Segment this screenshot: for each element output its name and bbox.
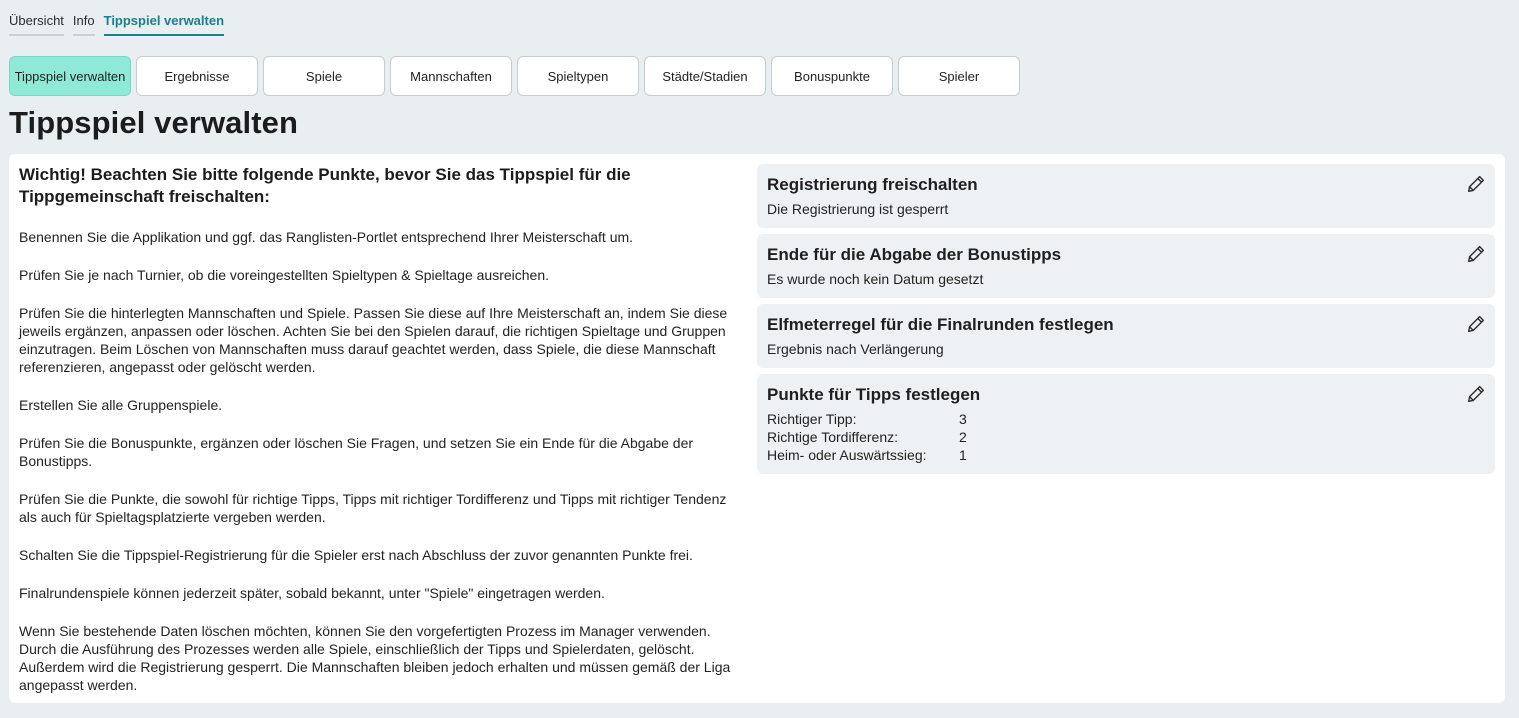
points-label: Heim- oder Auswärtssieg: (767, 447, 927, 463)
points-label: Richtige Tordifferenz: (767, 429, 898, 445)
instruction-paragraph: Prüfen Sie je nach Turnier, ob die vorei… (19, 267, 550, 283)
penalty-rule-title: Elfmeterregel für die Finalrunden festle… (767, 315, 1114, 334)
subnav-ergebnisse-button[interactable]: Ergebnisse (136, 56, 258, 96)
page-title: Tippspiel verwalten (9, 105, 299, 140)
bonus-deadline-value: Es wurde noch kein Datum gesetzt (767, 271, 984, 287)
registration-title: Registrierung freischalten (767, 175, 978, 194)
sub-navigation: Tippspiel verwalten Ergebnisse Spiele Ma… (9, 56, 1020, 96)
instructions-list: Benennen Sie die Applikation und ggf. da… (19, 228, 744, 694)
top-tabs: Übersicht Info Tippspiel verwalten (9, 13, 225, 36)
points-value: 2 (959, 429, 967, 445)
points-label: Richtiger Tipp: (767, 411, 857, 427)
settings-panel: Registrierung freischalten Die Registrie… (757, 164, 1495, 480)
penalty-rule-setting-card: Elfmeterregel für die Finalrunden festle… (757, 304, 1495, 368)
registration-status: Die Registrierung ist gesperrt (767, 201, 949, 217)
points-setting-card: Punkte für Tipps festlegen Richtiger Tip… (757, 374, 1495, 474)
points-table: Richtiger Tipp: 3 Richtige Tordifferenz:… (767, 410, 1485, 464)
pencil-icon[interactable] (1465, 383, 1487, 405)
instructions-heading: Wichtig! Beachten Sie bitte folgende Pun… (19, 165, 631, 206)
subnav-spieler-button[interactable]: Spieler (898, 56, 1020, 96)
pencil-icon[interactable] (1465, 243, 1487, 265)
subnav-tippspiel-verwalten-button[interactable]: Tippspiel verwalten (9, 56, 131, 96)
instruction-paragraph: Benennen Sie die Applikation und ggf. da… (19, 229, 634, 245)
points-row: Heim- oder Auswärtssieg: 1 (767, 446, 1485, 464)
points-value: 3 (959, 411, 967, 427)
points-row: Richtige Tordifferenz: 2 (767, 428, 1485, 446)
penalty-rule-value: Ergebnis nach Verlängerung (767, 341, 944, 357)
points-title: Punkte für Tipps festlegen (767, 385, 981, 404)
subnav-mannschaften-button[interactable]: Mannschaften (390, 56, 512, 96)
subnav-bonuspunkte-button[interactable]: Bonuspunkte (771, 56, 893, 96)
tab-info[interactable]: Info (72, 13, 95, 36)
pencil-icon[interactable] (1465, 313, 1487, 335)
points-value: 1 (959, 447, 967, 463)
pencil-icon[interactable] (1465, 173, 1487, 195)
tab-uebersicht[interactable]: Übersicht (9, 13, 64, 36)
instruction-paragraph: Wenn Sie bestehende Daten löschen möchte… (19, 623, 731, 693)
points-row: Richtiger Tipp: 3 (767, 410, 1485, 428)
content-card: Wichtig! Beachten Sie bitte folgende Pun… (9, 154, 1505, 703)
subnav-staedte-stadien-button[interactable]: Städte/Stadien (644, 56, 766, 96)
subnav-spieltypen-button[interactable]: Spieltypen (517, 56, 639, 96)
instruction-paragraph: Finalrundenspiele können jederzeit späte… (19, 585, 605, 601)
instruction-paragraph: Prüfen Sie die Bonuspunkte, ergänzen ode… (19, 435, 694, 469)
instruction-paragraph: Schalten Sie die Tippspiel-Registrierung… (19, 547, 693, 563)
tab-tippspiel-verwalten[interactable]: Tippspiel verwalten (103, 13, 225, 36)
registration-setting-card: Registrierung freischalten Die Registrie… (757, 164, 1495, 228)
instruction-paragraph: Erstellen Sie alle Gruppenspiele. (19, 397, 223, 413)
bonus-deadline-title: Ende für die Abgabe der Bonustipps (767, 245, 1062, 264)
instructions-panel: Wichtig! Beachten Sie bitte folgende Pun… (19, 164, 744, 714)
bonus-deadline-setting-card: Ende für die Abgabe der Bonustipps Es wu… (757, 234, 1495, 298)
subnav-spiele-button[interactable]: Spiele (263, 56, 385, 96)
instruction-paragraph: Prüfen Sie die hinterlegten Mannschaften… (19, 305, 728, 375)
instruction-paragraph: Prüfen Sie die Punkte, die sowohl für ri… (19, 491, 727, 525)
